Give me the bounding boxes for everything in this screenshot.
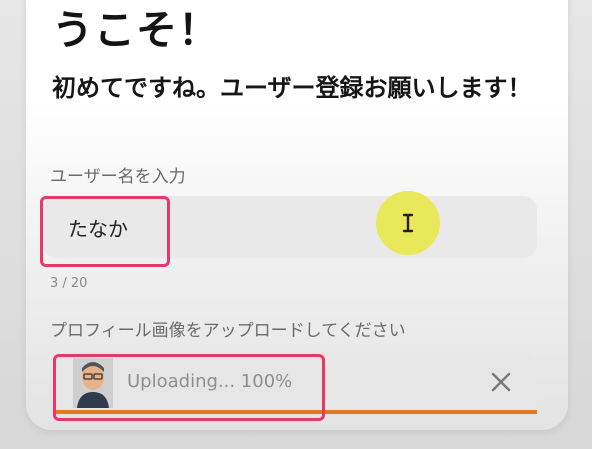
welcome-heading: うこそ！ [52,6,220,54]
close-icon[interactable] [487,368,515,396]
username-label: ユーザー名を入力 [50,167,186,187]
photo-label: プロフィール画像をアップロードしてください [50,321,406,341]
screen: うこそ！ 初めてですね。ユーザー登録お願いします！ ユーザー名を入力 たなか 3… [0,0,592,449]
upload-highlight [53,354,325,421]
text-cursor-icon [376,191,440,255]
registration-prompt: 初めてですね。ユーザー登録お願いします！ [52,74,532,102]
username-char-counter: 3 / 20 [50,276,88,291]
username-highlight [40,196,170,267]
